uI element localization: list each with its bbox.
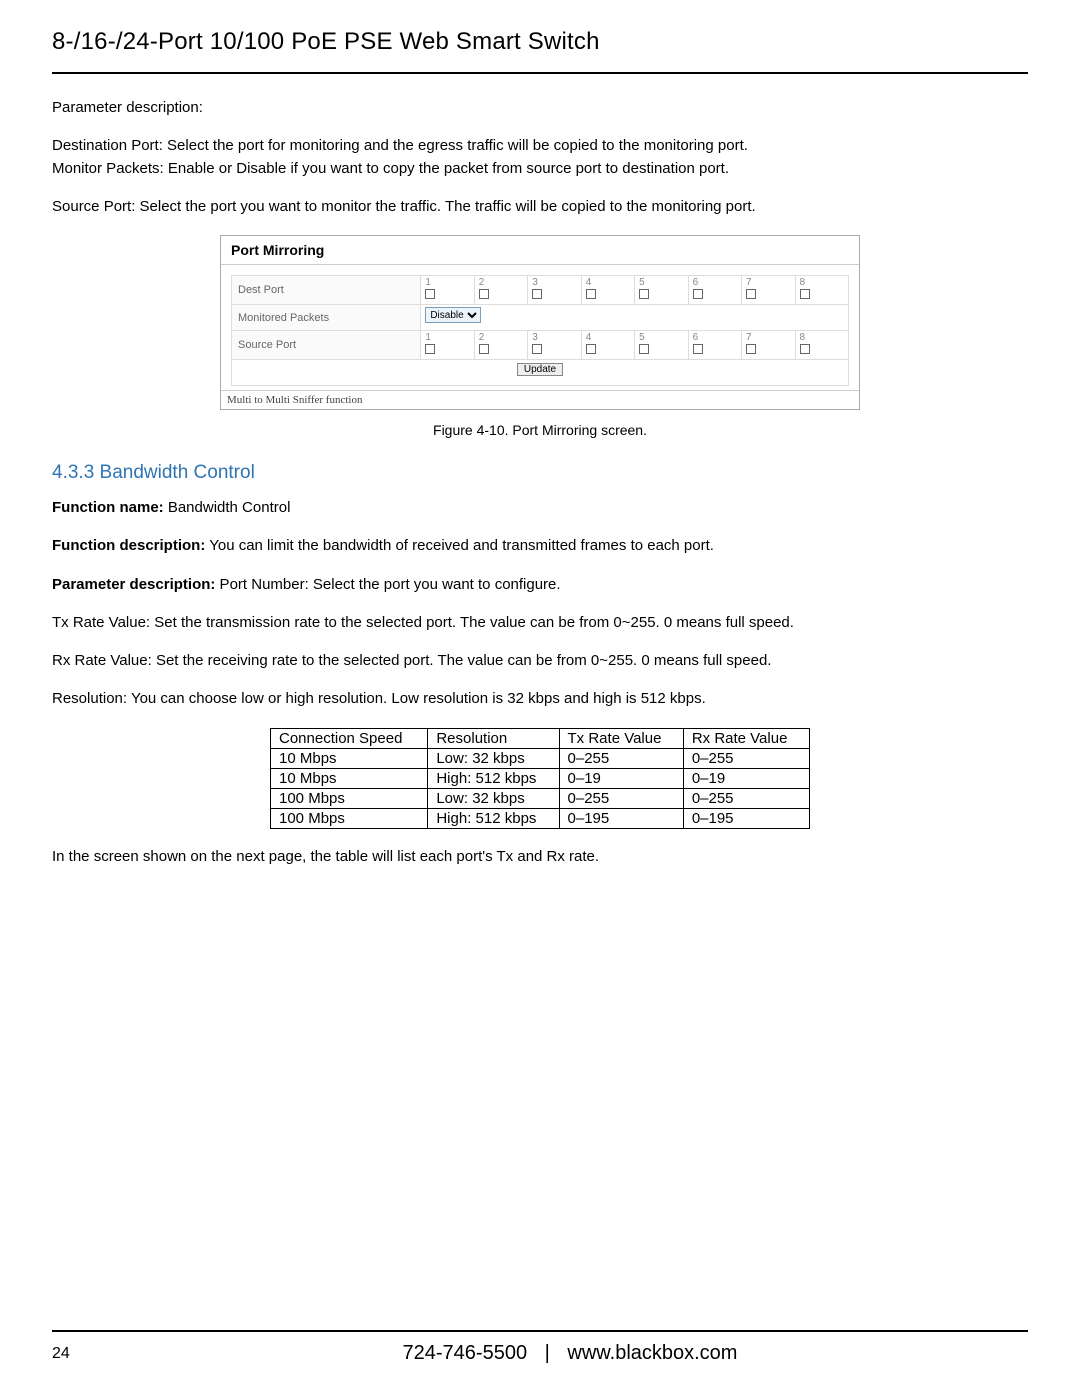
- parameter-description-value: Port Number: Select the port you want to…: [215, 576, 560, 593]
- monitored-packets-cell: Disable: [421, 305, 849, 331]
- source-port-6: 6: [688, 331, 741, 360]
- checkbox-icon[interactable]: [746, 344, 756, 354]
- destination-port-text: Destination Port: Select the port for mo…: [52, 136, 1028, 156]
- source-port-5: 5: [635, 331, 688, 360]
- monitored-packets-label: Monitored Packets: [232, 305, 421, 331]
- parameter-description-line: Parameter description: Port Number: Sele…: [52, 575, 1028, 595]
- page-footer: 24 724-746-5500 | www.blackbox.com: [52, 1330, 1028, 1365]
- source-port-text: Source Port: Select the port you want to…: [52, 197, 1028, 217]
- dest-port-row: Dest Port 1 2 3 4 5 6 7 8: [232, 276, 849, 305]
- function-name-label: Function name:: [52, 499, 164, 516]
- checkbox-icon[interactable]: [639, 289, 649, 299]
- checkbox-icon[interactable]: [800, 344, 810, 354]
- source-port-row: Source Port 1 2 3 4 5 6 7 8: [232, 331, 849, 360]
- checkbox-icon[interactable]: [586, 289, 596, 299]
- port-mirroring-table: Dest Port 1 2 3 4 5 6 7 8 Monitored Pack…: [231, 275, 849, 386]
- function-description-label: Function description:: [52, 537, 205, 554]
- table-row: 10 Mbps Low: 32 kbps 0–255 0–255: [271, 748, 810, 768]
- dest-port-3: 3: [528, 276, 581, 305]
- table-row: 100 Mbps Low: 32 kbps 0–255 0–255: [271, 788, 810, 808]
- source-port-3: 3: [528, 331, 581, 360]
- source-port-4: 4: [581, 331, 634, 360]
- footer-url: www.blackbox.com: [567, 1342, 737, 1364]
- rx-rate-text: Rx Rate Value: Set the receiving rate to…: [52, 651, 1028, 671]
- port-mirroring-title: Port Mirroring: [221, 236, 859, 265]
- col-connection-speed: Connection Speed: [271, 728, 428, 748]
- dest-port-1: 1: [421, 276, 474, 305]
- col-resolution: Resolution: [428, 728, 559, 748]
- table-row: 100 Mbps High: 512 kbps 0–195 0–195: [271, 808, 810, 828]
- col-tx-rate: Tx Rate Value: [559, 728, 683, 748]
- port-mirroring-panel: Port Mirroring Dest Port 1 2 3 4 5 6 7 8…: [220, 235, 860, 410]
- checkbox-icon[interactable]: [532, 344, 542, 354]
- dest-port-6: 6: [688, 276, 741, 305]
- table-row: 10 Mbps High: 512 kbps 0–19 0–19: [271, 768, 810, 788]
- monitor-packets-text: Monitor Packets: Enable or Disable if yo…: [52, 159, 1028, 179]
- section-heading-bandwidth: 4.3.3 Bandwidth Control: [52, 462, 1028, 484]
- resolution-text: Resolution: You can choose low or high r…: [52, 689, 1028, 709]
- checkbox-icon[interactable]: [586, 344, 596, 354]
- page-number: 24: [52, 1345, 112, 1363]
- document-title: 8-/16-/24-Port 10/100 PoE PSE Web Smart …: [52, 28, 1028, 56]
- checkbox-icon[interactable]: [746, 289, 756, 299]
- function-name-value: Bandwidth Control: [164, 499, 291, 516]
- tx-rate-text: Tx Rate Value: Set the transmission rate…: [52, 613, 1028, 633]
- monitored-packets-row: Monitored Packets Disable: [232, 305, 849, 331]
- dest-port-label: Dest Port: [232, 276, 421, 305]
- footer-center: 724-746-5500 | www.blackbox.com: [112, 1342, 1028, 1365]
- dest-port-4: 4: [581, 276, 634, 305]
- source-port-2: 2: [474, 331, 527, 360]
- checkbox-icon[interactable]: [479, 289, 489, 299]
- dest-port-2: 2: [474, 276, 527, 305]
- monitored-packets-select[interactable]: Disable: [425, 307, 481, 323]
- update-button[interactable]: Update: [517, 363, 563, 376]
- source-port-8: 8: [795, 331, 849, 360]
- post-table-text: In the screen shown on the next page, th…: [52, 847, 1028, 867]
- checkbox-icon[interactable]: [693, 344, 703, 354]
- port-mirroring-footer: Multi to Multi Sniffer function: [221, 390, 859, 409]
- source-port-7: 7: [742, 331, 795, 360]
- update-row: Update: [232, 360, 849, 386]
- function-description-value: You can limit the bandwidth of received …: [205, 537, 714, 554]
- source-port-label: Source Port: [232, 331, 421, 360]
- col-rx-rate: Rx Rate Value: [683, 728, 809, 748]
- checkbox-icon[interactable]: [479, 344, 489, 354]
- function-name-line: Function name: Bandwidth Control: [52, 498, 1028, 518]
- checkbox-icon[interactable]: [425, 289, 435, 299]
- footer-separator: |: [545, 1342, 550, 1365]
- dest-port-7: 7: [742, 276, 795, 305]
- footer-phone: 724-746-5500: [403, 1342, 528, 1364]
- table-row: Connection Speed Resolution Tx Rate Valu…: [271, 728, 810, 748]
- header-rule: [52, 72, 1028, 74]
- dest-port-5: 5: [635, 276, 688, 305]
- parameter-description-label: Parameter description:: [52, 98, 1028, 118]
- checkbox-icon[interactable]: [693, 289, 703, 299]
- parameter-description-bold: Parameter description:: [52, 576, 215, 593]
- bandwidth-table: Connection Speed Resolution Tx Rate Valu…: [270, 728, 810, 829]
- footer-rule: [52, 1330, 1028, 1332]
- dest-port-8: 8: [795, 276, 849, 305]
- checkbox-icon[interactable]: [800, 289, 810, 299]
- source-port-1: 1: [421, 331, 474, 360]
- figure-caption: Figure 4-10. Port Mirroring screen.: [52, 422, 1028, 438]
- checkbox-icon[interactable]: [639, 344, 649, 354]
- checkbox-icon[interactable]: [532, 289, 542, 299]
- function-description-line: Function description: You can limit the …: [52, 536, 1028, 556]
- checkbox-icon[interactable]: [425, 344, 435, 354]
